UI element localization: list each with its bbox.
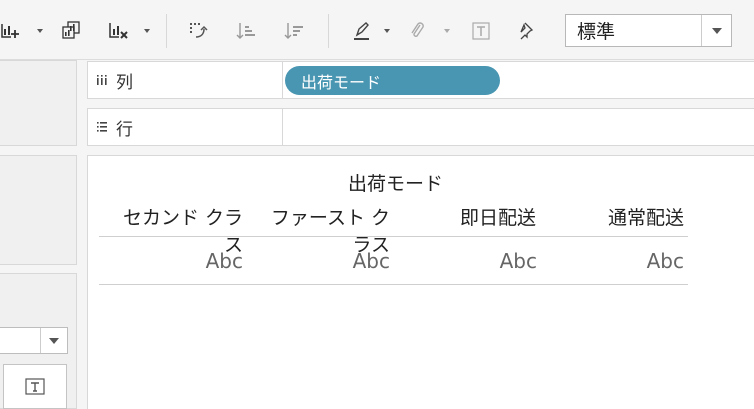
toolbar: 標準: [0, 0, 754, 60]
table-cell[interactable]: Abc: [410, 249, 537, 273]
table-cell[interactable]: Abc: [560, 249, 684, 273]
new-sheet-dropdown-icon[interactable]: [37, 29, 43, 33]
table-cell[interactable]: Abc: [255, 249, 390, 273]
rows-icon: [88, 121, 116, 133]
pages-card: [0, 60, 77, 146]
ship-mode-pill[interactable]: 出荷モード: [285, 66, 500, 95]
sort-ascending-icon[interactable]: [235, 20, 257, 42]
duplicate-sheet-icon[interactable]: [60, 19, 82, 41]
column-header[interactable]: 通常配送: [560, 203, 684, 230]
annotate-icon[interactable]: [407, 20, 429, 42]
columns-label: 列: [116, 72, 133, 93]
highlight-dropdown-icon[interactable]: [384, 29, 390, 33]
highlight-icon[interactable]: [351, 20, 373, 42]
header-divider: [99, 236, 688, 237]
filters-card: [0, 155, 77, 265]
swap-icon[interactable]: [187, 20, 209, 42]
row-divider: [99, 284, 688, 285]
rows-shelf[interactable]: 行: [87, 108, 754, 146]
columns-shelf-label: 列: [88, 62, 283, 98]
clear-sheet-dropdown-icon[interactable]: [144, 29, 150, 33]
chevron-down-icon[interactable]: [40, 328, 67, 353]
fit-select[interactable]: 標準: [565, 14, 732, 47]
marks-text-button[interactable]: [3, 364, 67, 409]
rows-shelf-label: 行: [88, 109, 283, 145]
annotate-dropdown-icon[interactable]: [444, 29, 450, 33]
chevron-down-icon[interactable]: [701, 15, 731, 46]
toolbar-separator: [328, 14, 329, 48]
new-sheet-icon[interactable]: [0, 20, 22, 42]
column-header[interactable]: 即日配送: [410, 203, 536, 230]
text-icon[interactable]: [470, 20, 492, 42]
fit-select-value: 標準: [577, 21, 616, 43]
table-cell[interactable]: Abc: [118, 249, 243, 273]
pin-icon[interactable]: [515, 19, 537, 41]
rows-label: 行: [116, 119, 133, 140]
clear-sheet-icon[interactable]: [107, 20, 131, 42]
view-field-title[interactable]: 出荷モード: [348, 169, 443, 196]
sort-descending-icon[interactable]: [283, 20, 305, 42]
columns-icon: [88, 74, 116, 86]
text-icon: [25, 377, 45, 395]
mark-type-select[interactable]: [0, 327, 68, 354]
toolbar-separator: [166, 14, 167, 48]
